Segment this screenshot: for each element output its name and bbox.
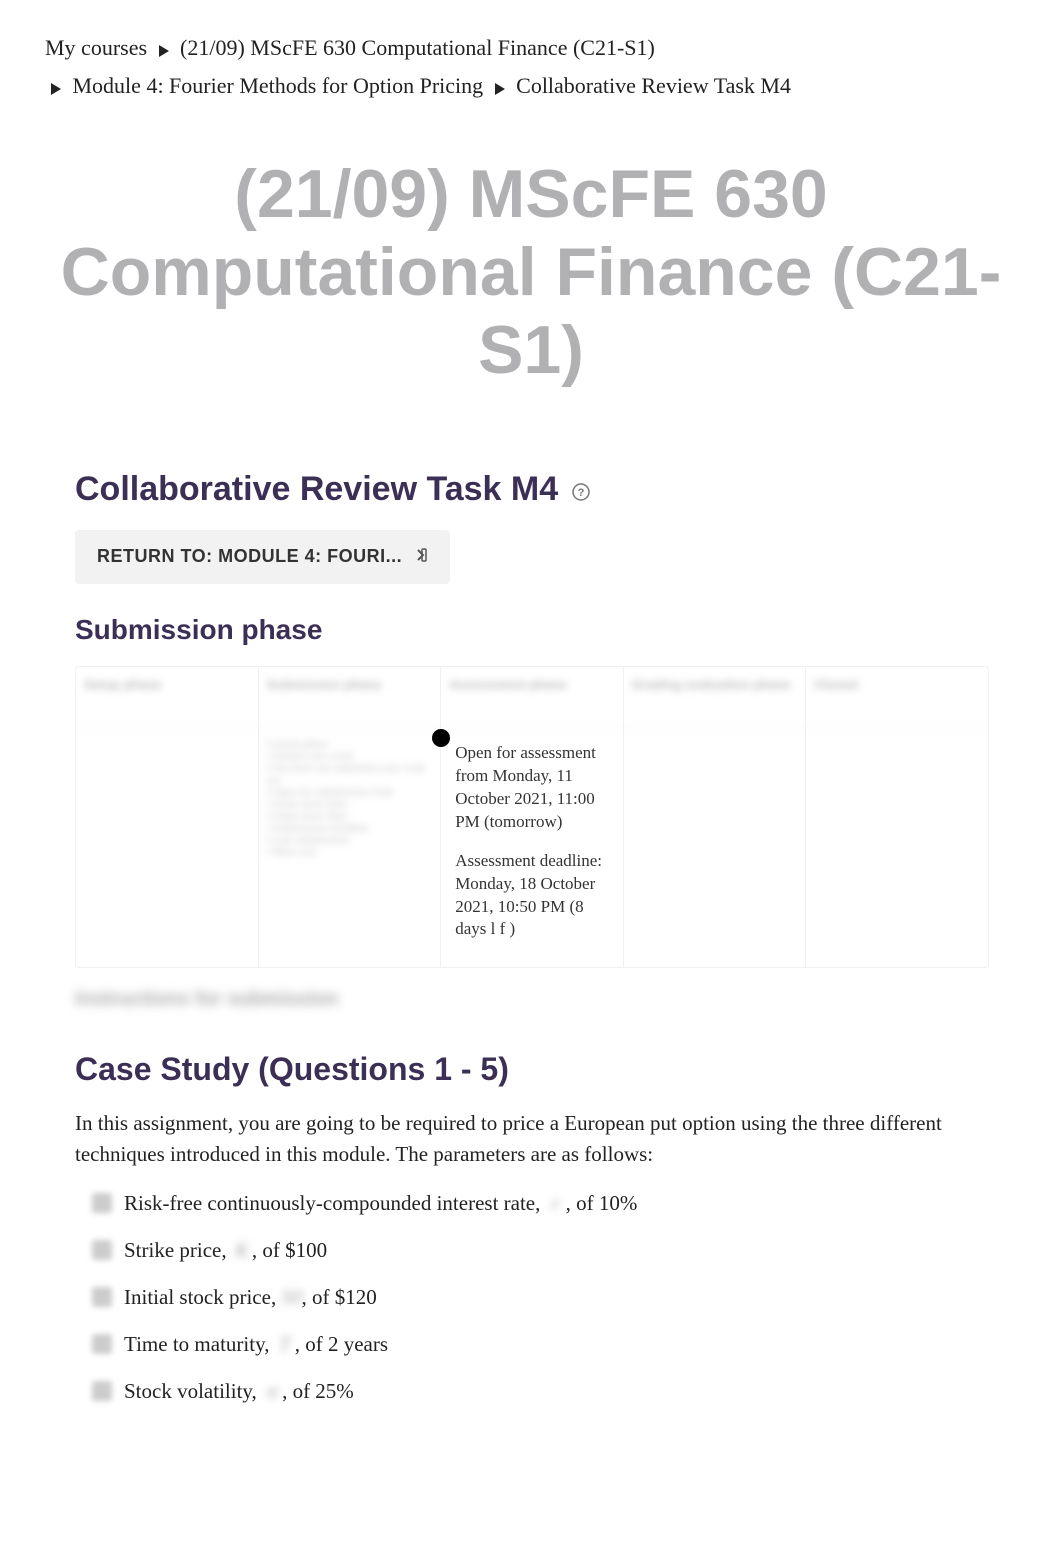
list-item: Time to maturity, T, of 2 years xyxy=(100,1332,987,1357)
page-title: (21/09) MScFE 630 Computational Finance … xyxy=(20,155,1042,390)
param-text: Time to maturity, xyxy=(124,1332,275,1356)
param-symbol-blurred: r xyxy=(546,1191,566,1216)
breadcrumb-module[interactable]: Module 4: Fourier Methods for Option Pri… xyxy=(73,73,484,98)
task-heading-text: Collaborative Review Task M4 xyxy=(75,470,558,508)
assessment-deadline-text: Assessment deadline: Monday, 18 October … xyxy=(441,838,623,946)
param-symbol-blurred: K xyxy=(232,1238,252,1263)
param-text: , of 10% xyxy=(566,1191,638,1215)
phase-header-blurred: Submission phase xyxy=(259,667,441,730)
breadcrumb: My courses (21/09) MScFE 630 Computation… xyxy=(0,0,1062,115)
phase-col-grading: Grading evaluation phase xyxy=(624,667,807,967)
param-text: , of $120 xyxy=(301,1285,376,1309)
list-item: Initial stock price, S0, of $120 xyxy=(100,1285,987,1310)
chevron-right-icon xyxy=(51,70,61,105)
param-text: , of 25% xyxy=(282,1379,354,1403)
phase-header-blurred: Closed xyxy=(806,667,988,730)
phase-heading: Submission phase xyxy=(75,614,987,646)
param-text: , of 2 years xyxy=(295,1332,388,1356)
svg-text:?: ? xyxy=(577,487,584,499)
bullet-icon xyxy=(92,1381,112,1401)
parameter-list: Risk-free continuously-compounded intere… xyxy=(75,1191,987,1404)
breadcrumb-course[interactable]: (21/09) MScFE 630 Computational Finance … xyxy=(180,35,655,60)
return-icon xyxy=(412,547,428,568)
param-text: Initial stock price, xyxy=(124,1285,281,1309)
chevron-right-icon xyxy=(495,70,505,105)
chevron-right-icon xyxy=(159,32,169,67)
breadcrumb-my-courses[interactable]: My courses xyxy=(45,35,147,60)
param-symbol-blurred: S0 xyxy=(281,1285,301,1310)
param-text: Stock volatility, xyxy=(124,1379,262,1403)
instructions-heading-blurred: Instructions for submission xyxy=(75,988,987,1011)
bullet-icon xyxy=(92,1287,112,1307)
phase-header-blurred: Setup phase xyxy=(76,667,258,730)
list-item: Risk-free continuously-compounded intere… xyxy=(100,1191,987,1216)
list-item: Strike price, K, of $100 xyxy=(100,1238,987,1263)
phase-col-setup: Setup phase xyxy=(76,667,259,967)
current-phase-dot-icon xyxy=(432,729,450,747)
bullet-icon xyxy=(92,1240,112,1260)
return-button[interactable]: RETURN TO: MODULE 4: FOURI... xyxy=(75,530,450,584)
return-button-label: RETURN TO: MODULE 4: FOURI... xyxy=(97,546,402,566)
param-symbol-blurred: σ xyxy=(262,1379,282,1404)
task-heading: Collaborative Review Task M4 ? xyxy=(75,470,987,511)
param-text: Strike price, xyxy=(124,1238,232,1262)
phase-col-submission: Submission phase Current phase▪ Submit y… xyxy=(259,667,442,967)
bullet-icon xyxy=(92,1193,112,1213)
param-symbol-blurred: T xyxy=(275,1332,295,1357)
param-text: Risk-free continuously-compounded intere… xyxy=(124,1191,546,1215)
phase-table: Setup phase Submission phase Current pha… xyxy=(75,666,989,968)
intro-paragraph: In this assignment, you are going to be … xyxy=(75,1108,987,1171)
phase-header-blurred: Assessment phase xyxy=(441,667,623,730)
phase-col-assessment: Assessment phase Open for assessment fro… xyxy=(441,667,624,967)
help-icon[interactable]: ? xyxy=(572,471,590,510)
list-item: Stock volatility, σ, of 25% xyxy=(100,1379,987,1404)
breadcrumb-task[interactable]: Collaborative Review Task M4 xyxy=(516,73,791,98)
bullet-icon xyxy=(92,1334,112,1354)
case-study-heading: Case Study (Questions 1 - 5) xyxy=(75,1051,987,1088)
phase-col-closed: Closed xyxy=(806,667,988,967)
phase-body-blurred: Current phase▪ Submit your work▪ You hav… xyxy=(259,730,441,866)
param-text: , of $100 xyxy=(252,1238,327,1262)
phase-header-blurred: Grading evaluation phase xyxy=(624,667,806,730)
assessment-open-text: Open for assessment from Monday, 11 Octo… xyxy=(441,730,623,838)
